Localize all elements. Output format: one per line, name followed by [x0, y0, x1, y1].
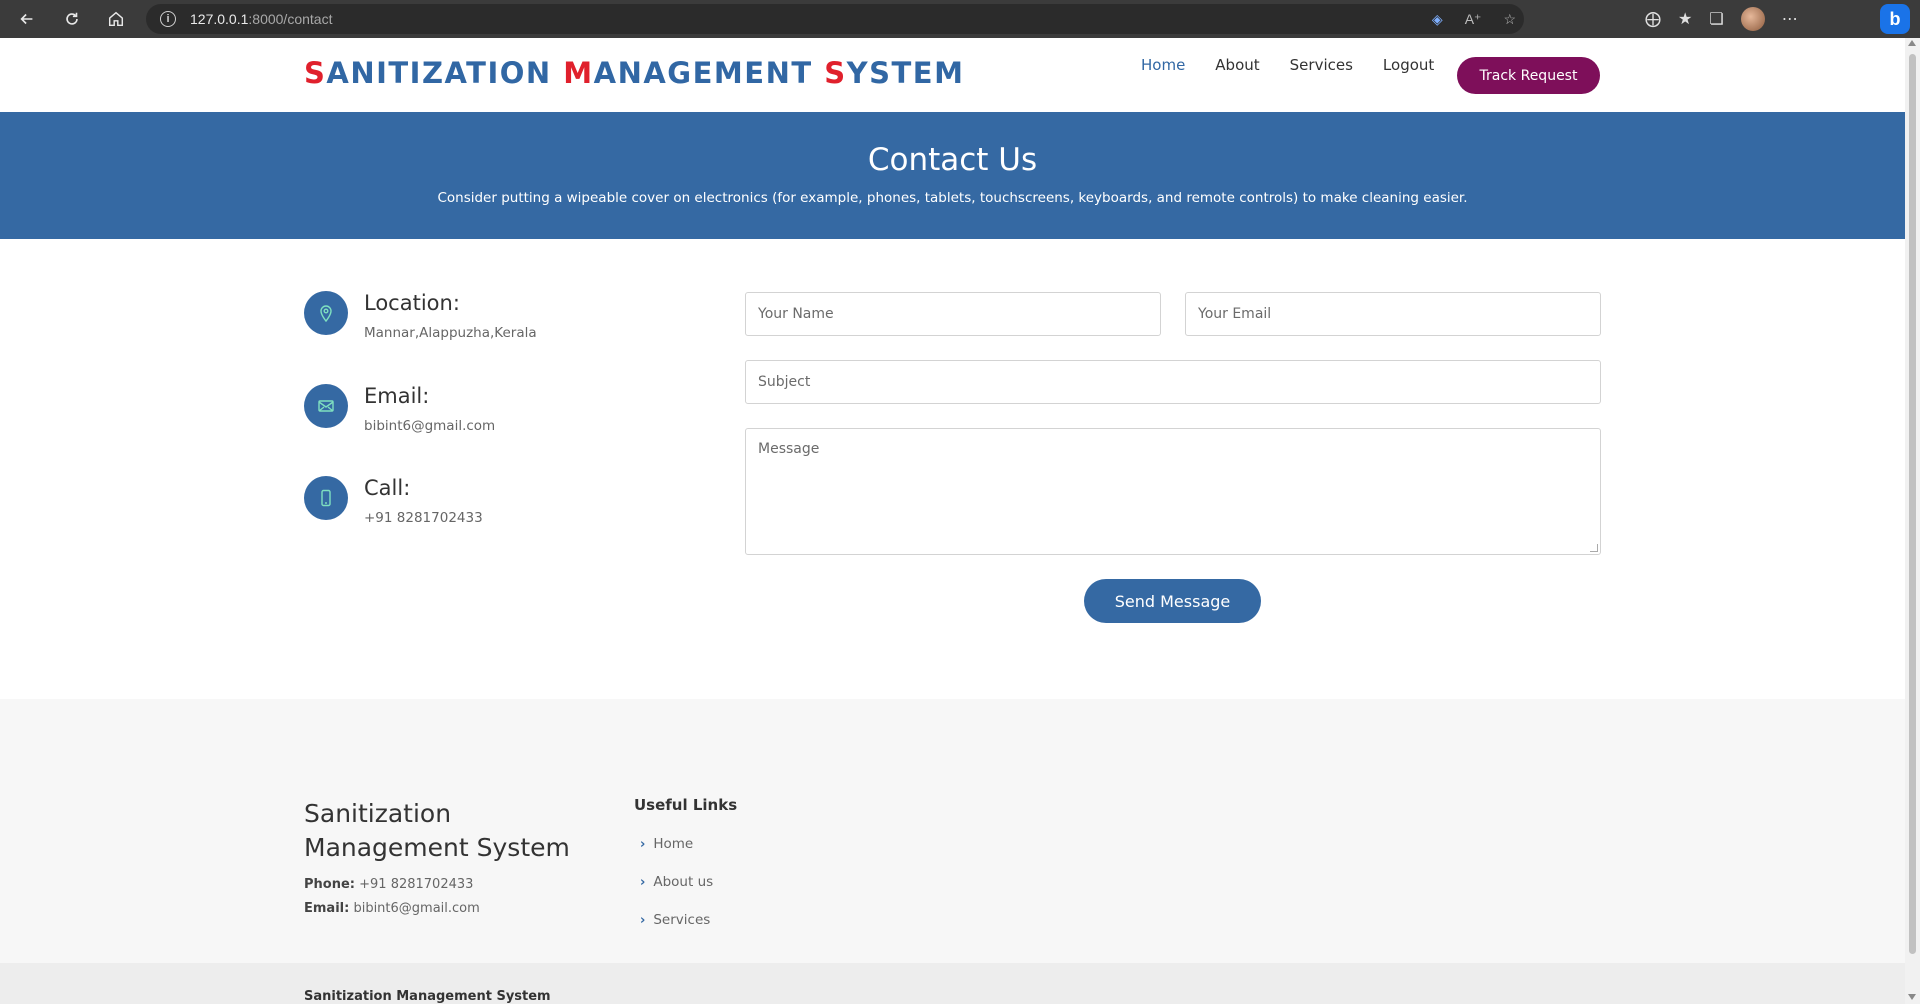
- location-value: Mannar,Alappuzha,Kerala: [364, 325, 537, 341]
- site-header: SANITIZATION MANAGEMENT SYSTEM Home Abou…: [0, 38, 1905, 112]
- page-subtitle: Consider putting a wipeable cover on ele…: [437, 190, 1468, 206]
- copyright-bar: Sanitization Management System: [0, 963, 1905, 1004]
- bing-icon[interactable]: b: [1880, 4, 1910, 34]
- resize-handle-icon[interactable]: [1590, 544, 1598, 552]
- favorite-add-icon[interactable]: ☆: [1503, 11, 1516, 28]
- scroll-thumb[interactable]: [1909, 54, 1916, 954]
- email-title: Email:: [364, 384, 430, 408]
- footer-link-services[interactable]: › Services: [640, 912, 710, 928]
- email-info: Email: bibint6@gmail.com: [304, 384, 704, 444]
- footer-brand: Sanitization Management System: [304, 799, 570, 862]
- read-aloud-icon[interactable]: A⁺: [1465, 11, 1482, 28]
- scroll-down-icon[interactable]: [1908, 994, 1916, 1000]
- page-scrollbar[interactable]: [1905, 38, 1920, 1004]
- email-input[interactable]: Your Email: [1185, 292, 1601, 336]
- address-bar[interactable]: i 127.0.0.1:8000/contact ◈ A⁺ ☆: [146, 4, 1524, 34]
- call-info: Call: +91 8281702433: [304, 476, 704, 536]
- extensions-icon[interactable]: ⨁: [1645, 9, 1661, 29]
- email-value: bibint6@gmail.com: [364, 418, 496, 434]
- favorites-icon[interactable]: ★: [1678, 9, 1692, 29]
- contact-banner: Contact Us Consider putting a wipeable c…: [0, 112, 1905, 239]
- profile-avatar[interactable]: [1740, 7, 1765, 31]
- tag-icon[interactable]: ◈: [1432, 11, 1443, 28]
- site-logo[interactable]: SANITIZATION MANAGEMENT SYSTEM: [304, 56, 964, 90]
- map-pin-icon: [304, 291, 348, 335]
- track-request-button[interactable]: Track Request: [1457, 57, 1600, 94]
- refresh-icon[interactable]: [57, 4, 87, 34]
- call-title: Call:: [364, 476, 411, 500]
- nav-about[interactable]: About: [1215, 56, 1259, 74]
- message-textarea[interactable]: Message: [745, 428, 1601, 555]
- more-icon[interactable]: ⋯: [1782, 9, 1798, 29]
- name-input[interactable]: Your Name: [745, 292, 1161, 336]
- url-text: 127.0.0.1:8000/contact: [190, 11, 333, 27]
- footer-link-about[interactable]: › About us: [640, 874, 713, 890]
- home-icon[interactable]: [101, 4, 131, 34]
- nav-services[interactable]: Services: [1290, 56, 1353, 74]
- site-footer: Sanitization Management System Phone: +9…: [0, 699, 1905, 963]
- page-title: Contact Us: [867, 142, 1038, 178]
- scroll-up-icon[interactable]: [1908, 40, 1916, 46]
- browser-toolbar: i 127.0.0.1:8000/contact ◈ A⁺ ☆ ⨁ ★ ❏ ⋯ …: [0, 0, 1920, 38]
- call-value: +91 8281702433: [364, 510, 483, 526]
- useful-links-title: Useful Links: [634, 796, 738, 814]
- send-message-button[interactable]: Send Message: [1084, 579, 1261, 623]
- back-icon[interactable]: [12, 4, 42, 34]
- location-title: Location:: [364, 291, 460, 315]
- footer-email: Email: bibint6@gmail.com: [304, 901, 480, 916]
- collections-icon[interactable]: ❏: [1709, 9, 1723, 29]
- page-viewport: SANITIZATION MANAGEMENT SYSTEM Home Abou…: [0, 38, 1905, 1004]
- footer-link-home[interactable]: › Home: [640, 836, 693, 852]
- phone-icon: [304, 476, 348, 520]
- chevron-right-icon: ›: [640, 874, 646, 890]
- copyright-text: Sanitization Management System: [304, 989, 551, 1004]
- footer-phone: Phone: +91 8281702433: [304, 877, 474, 892]
- envelope-icon: [304, 384, 348, 428]
- main-nav: Home About Services Logout: [1141, 56, 1464, 74]
- nav-home[interactable]: Home: [1141, 56, 1185, 74]
- chevron-right-icon: ›: [640, 912, 646, 928]
- nav-logout[interactable]: Logout: [1383, 56, 1434, 74]
- chevron-right-icon: ›: [640, 836, 646, 852]
- subject-input[interactable]: Subject: [745, 360, 1601, 404]
- location-info: Location: Mannar,Alappuzha,Kerala: [304, 291, 704, 351]
- site-info-icon[interactable]: i: [160, 11, 176, 27]
